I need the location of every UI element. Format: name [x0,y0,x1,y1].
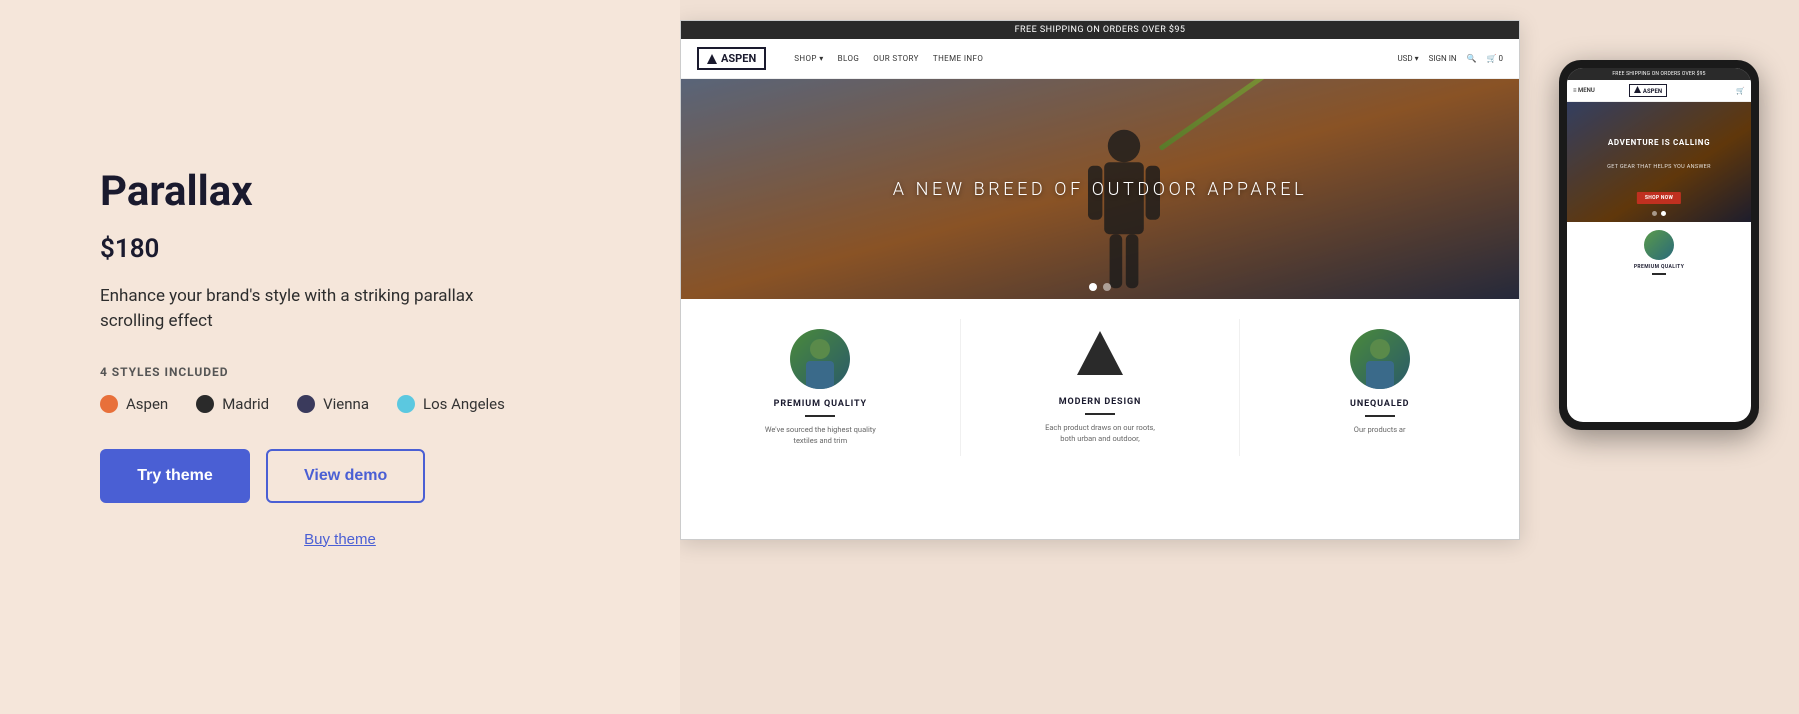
madrid-label: Madrid [222,395,269,413]
style-option-madrid[interactable]: Madrid [196,395,269,413]
mobile-nav: ≡ MENU ASPEN 🛒 [1567,80,1751,102]
premium-quality-icon [790,329,850,389]
mobile-hero-sub: GET GEAR THAT HELPS YOU ANSWER [1567,164,1751,170]
unequaled-circle-icon [1350,329,1410,389]
unequaled-label: UNEQUALED [1350,399,1409,409]
button-row: Try theme View demo [100,449,580,503]
nav-usd[interactable]: USD ▾ [1397,54,1418,63]
mobile-menu-icon[interactable]: ≡ MENU [1573,87,1595,94]
los-angeles-dot [397,395,415,413]
left-panel: Parallax $180 Enhance your brand's style… [0,0,680,714]
store-topbar: FREE SHIPPING ON ORDERS OVER $95 [681,21,1519,39]
mobile-logo-text: ASPEN [1643,88,1662,95]
mobile-feature-premium: PREMIUM QUALITY [1571,230,1747,278]
nav-sign-in[interactable]: SIGN IN [1429,54,1457,63]
person-circle-icon [790,329,850,389]
premium-quality-text: We've sourced the highest quality textil… [760,425,880,446]
style-option-vienna[interactable]: Vienna [297,395,369,413]
mobile-hero: ADVENTURE IS CALLING GET GEAR THAT HELPS… [1567,102,1751,222]
mobile-preview: FREE SHIPPING ON ORDERS OVER $95 ≡ MENU … [1559,60,1759,430]
nav-shop[interactable]: SHOP ▾ [794,54,823,63]
feature-modern-design: MODERN DESIGN Each product draws on our … [961,319,1241,456]
mobile-dot-1[interactable] [1652,211,1657,216]
try-theme-button[interactable]: Try theme [100,449,250,503]
feature-unequaled: UNEQUALED Our products ar [1240,319,1519,456]
unequaled-circle-svg [1350,329,1410,389]
mobile-hero-text: ADVENTURE IS CALLING [1567,138,1751,147]
logo-text: ASPEN [721,52,756,65]
mobile-feat-divider [1652,273,1666,275]
modern-design-label: MODERN DESIGN [1059,397,1142,407]
unequaled-text: Our products ar [1354,425,1406,436]
triangle-svg [1075,329,1125,377]
buy-theme-link[interactable]: Buy theme [100,531,580,548]
mobile-logo: ASPEN [1629,84,1667,97]
store-logo: ASPEN [697,47,766,70]
mobile-hero-overlay [1567,102,1751,222]
person-in-circle-svg [790,329,850,389]
unequaled-icon [1350,329,1410,389]
hero-dot-1[interactable] [1089,283,1097,291]
vienna-label: Vienna [323,395,369,413]
modern-design-icon [1075,329,1125,387]
mobile-cta-button[interactable]: SHOP NOW [1637,192,1681,204]
cart-icon[interactable]: 🛒 0 [1487,54,1503,63]
right-panel: FREE SHIPPING ON ORDERS OVER $95 ASPEN S… [680,0,1799,714]
style-option-los-angeles[interactable]: Los Angeles [397,395,505,413]
store-nav: ASPEN SHOP ▾ BLOG OUR STORY THEME INFO U… [681,39,1519,79]
nav-links: SHOP ▾ BLOG OUR STORY THEME INFO [794,54,983,63]
modern-design-text: Each product draws on our roots, both ur… [1040,423,1160,444]
mobile-circle-icon [1644,230,1674,260]
premium-quality-label: PREMIUM QUALITY [774,399,867,409]
theme-price: $180 [100,234,580,264]
vienna-dot [297,395,315,413]
mobile-hero-dots [1652,211,1666,216]
style-options-group: Aspen Madrid Vienna Los Angeles [100,395,580,413]
style-option-aspen[interactable]: Aspen [100,395,168,413]
logo-triangle-icon [707,54,717,64]
los-angeles-label: Los Angeles [423,395,505,413]
mobile-feat-name: PREMIUM QUALITY [1634,264,1684,270]
nav-blog[interactable]: BLOG [838,54,860,63]
mobile-cart-icon[interactable]: 🛒 [1736,87,1745,95]
hero-dots [1089,283,1111,291]
aspen-label: Aspen [126,395,168,413]
features-section: PREMIUM QUALITY We've sourced the highes… [681,299,1519,476]
mobile-screen: FREE SHIPPING ON ORDERS OVER $95 ≡ MENU … [1567,68,1751,422]
theme-title: Parallax [100,167,580,216]
hero-text: A NEW BREED OF OUTDOOR APPAREL [893,179,1307,200]
premium-quality-divider [805,415,835,417]
nav-our-story[interactable]: OUR STORY [873,54,919,63]
nav-theme-info[interactable]: THEME INFO [933,54,983,63]
aspen-dot [100,395,118,413]
madrid-dot [196,395,214,413]
mobile-dot-2[interactable] [1661,211,1666,216]
mobile-topbar: FREE SHIPPING ON ORDERS OVER $95 [1567,68,1751,80]
view-demo-button[interactable]: View demo [266,449,425,503]
styles-label: 4 STYLES INCLUDED [100,365,580,379]
mobile-features: PREMIUM QUALITY [1567,222,1751,286]
nav-right: USD ▾ SIGN IN 🔍 🛒 0 [1397,54,1503,63]
hero-area: A NEW BREED OF OUTDOOR APPAREL [681,79,1519,299]
feature-premium-quality: PREMIUM QUALITY We've sourced the highes… [681,319,961,456]
unequaled-divider [1365,415,1395,417]
theme-description: Enhance your brand's style with a striki… [100,284,500,335]
search-icon[interactable]: 🔍 [1467,54,1477,63]
desktop-preview: FREE SHIPPING ON ORDERS OVER $95 ASPEN S… [680,20,1520,540]
modern-design-divider [1085,413,1115,415]
mobile-logo-triangle-icon [1634,86,1641,93]
mobile-menu-label: MENU [1578,87,1595,94]
hero-dot-2[interactable] [1103,283,1111,291]
